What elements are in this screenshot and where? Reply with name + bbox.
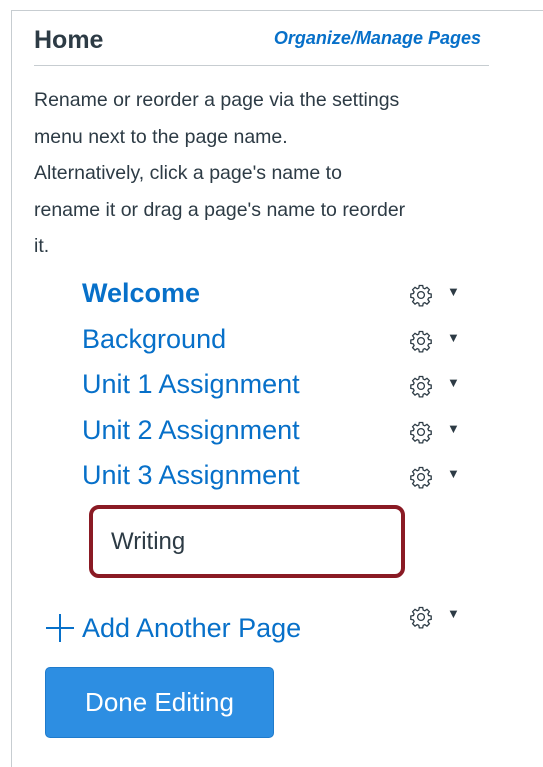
page-item-background: Background ▼ (82, 320, 482, 366)
chevron-down-icon[interactable]: ▼ (447, 421, 460, 436)
chevron-down-icon[interactable]: ▼ (447, 330, 460, 345)
organize-manage-pages-link[interactable]: Organize/Manage Pages (274, 28, 481, 49)
chevron-down-icon[interactable]: ▼ (447, 375, 460, 390)
instructions-line: menu next to the page name. (34, 125, 288, 148)
page-item-unit-2: Unit 2 Assignment ▼ (82, 411, 482, 457)
gear-icon[interactable] (407, 281, 435, 309)
page-link[interactable]: Unit 1 Assignment (82, 369, 300, 400)
new-page-name-input[interactable]: Writing (89, 505, 405, 578)
page-link[interactable]: Unit 3 Assignment (82, 460, 300, 491)
instructions-line: Alternatively, click a page's name to (34, 162, 342, 184)
gear-icon[interactable] (407, 418, 435, 446)
add-another-page-link[interactable]: Add Another Page (44, 612, 301, 644)
sidebar-header: Home Organize/Manage Pages (34, 24, 489, 66)
gear-icon[interactable] (407, 327, 435, 355)
home-title: Home (34, 26, 104, 54)
gear-icon[interactable] (407, 372, 435, 400)
plus-icon (44, 612, 76, 644)
instructions-text: Rename or reorder a page via the setting… (34, 82, 500, 265)
page-link[interactable]: Unit 2 Assignment (82, 415, 300, 446)
page-link[interactable]: Background (82, 324, 226, 355)
page-item-unit-1: Unit 1 Assignment ▼ (82, 365, 482, 411)
page-item-welcome: Welcome ▼ (82, 274, 482, 320)
chevron-down-icon[interactable]: ▼ (447, 284, 460, 299)
instructions-line: rename it or drag a page's name to reord… (34, 198, 406, 221)
page-item-unit-3: Unit 3 Assignment ▼ (82, 456, 482, 502)
done-editing-button[interactable]: Done Editing (45, 667, 274, 738)
page-link[interactable]: Welcome (82, 278, 200, 309)
page-list: Welcome ▼ Background ▼ Unit 1 Assignment… (82, 274, 482, 502)
instructions-line: it. (34, 235, 50, 257)
add-page-label: Add Another Page (82, 612, 302, 643)
gear-icon[interactable] (407, 463, 435, 491)
chevron-down-icon[interactable]: ▼ (447, 606, 460, 621)
gear-icon[interactable] (407, 603, 435, 631)
instructions-line: Rename or reorder a page via the setting… (34, 89, 400, 111)
chevron-down-icon[interactable]: ▼ (447, 466, 460, 481)
